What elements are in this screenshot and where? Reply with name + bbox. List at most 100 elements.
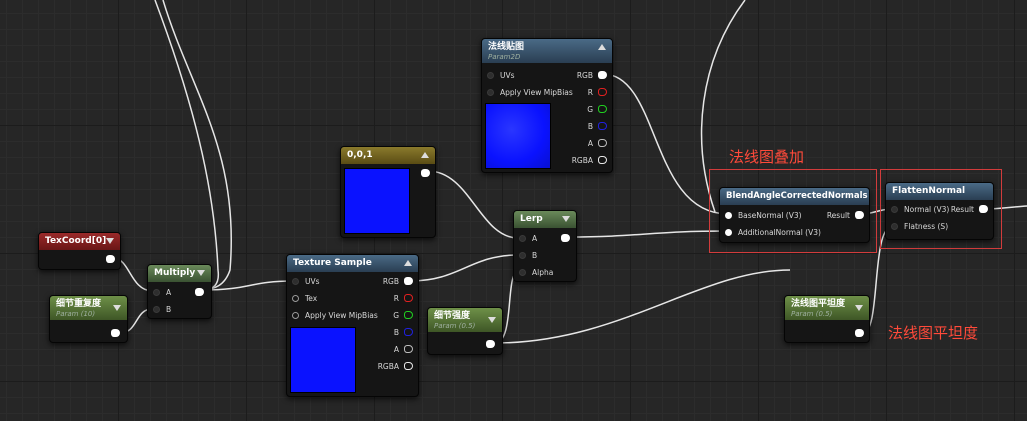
- pin-label: A: [587, 139, 593, 148]
- output-pin-g[interactable]: G: [587, 105, 607, 114]
- output-pin-r[interactable]: R: [394, 294, 413, 303]
- output-pin[interactable]: [561, 234, 570, 242]
- node-header[interactable]: FlattenNormal: [886, 183, 993, 200]
- node-header[interactable]: 细节强度 Param (0.5): [428, 308, 502, 332]
- output-pin-b[interactable]: B: [394, 328, 413, 337]
- node-title: 法线图平坦度: [791, 299, 846, 309]
- node-subtitle: Param (10): [56, 310, 96, 318]
- detail-strength-param-node[interactable]: 细节强度 Param (0.5): [427, 307, 503, 355]
- wire-lerp-additional: [567, 230, 729, 238]
- output-pin-r[interactable]: R: [588, 88, 607, 97]
- input-pin-a[interactable]: A: [519, 234, 537, 243]
- input-pin-basenormal[interactable]: BaseNormal (V3): [725, 211, 802, 220]
- wire-top-left-a: [162, 0, 232, 291]
- pin-label: G: [587, 105, 593, 114]
- input-pin-tex[interactable]: Tex: [292, 294, 317, 303]
- node-header[interactable]: Multiply: [148, 265, 211, 282]
- node-title: Multiply: [154, 268, 196, 278]
- expand-icon[interactable]: [855, 305, 863, 311]
- pin-label: A: [393, 345, 399, 354]
- pin-label: B: [587, 122, 593, 131]
- texture-preview: [485, 103, 551, 169]
- annotation-label-blend: 法线图叠加: [729, 148, 805, 166]
- output-pin-a[interactable]: A: [588, 139, 607, 148]
- expand-icon[interactable]: [488, 317, 496, 323]
- output-pin-result[interactable]: Result: [951, 205, 988, 214]
- node-header[interactable]: TexCoord[0]: [39, 233, 120, 250]
- node-header[interactable]: 法线图平坦度 Param (0.5): [785, 296, 869, 320]
- node-header[interactable]: 法线贴图 Param2D: [482, 39, 612, 63]
- input-pin-a[interactable]: A: [153, 288, 171, 297]
- input-pin-b[interactable]: B: [153, 305, 171, 314]
- blend-normals-node[interactable]: BlendAngleCorrectedNormals BaseNormal (V…: [719, 187, 870, 243]
- multiply-node[interactable]: Multiply A B: [147, 264, 212, 319]
- input-pin-normal[interactable]: Normal (V3): [891, 205, 949, 214]
- detail-repeat-param-node[interactable]: 细节重复度 Param (10): [49, 295, 128, 343]
- input-pin-mipbias[interactable]: Apply View MipBias: [487, 88, 573, 97]
- input-pin-uvs[interactable]: UVs: [487, 71, 515, 80]
- texcoord-node[interactable]: TexCoord[0]: [38, 232, 121, 270]
- flatness-param-node[interactable]: 法线图平坦度 Param (0.5): [784, 295, 870, 343]
- output-pin[interactable]: [421, 169, 430, 177]
- node-subtitle: Param (0.5): [434, 322, 476, 330]
- pin-label: RGB: [382, 277, 399, 286]
- node-subtitle: Param2D: [488, 53, 521, 61]
- output-pin[interactable]: [106, 255, 115, 263]
- output-pin-a[interactable]: A: [394, 345, 413, 354]
- node-title: Lerp: [520, 214, 543, 224]
- output-pin-g[interactable]: G: [393, 311, 413, 320]
- expand-icon[interactable]: [106, 238, 114, 244]
- annotation-label-flatness: 法线图平坦度: [888, 324, 979, 342]
- node-title: TexCoord[0]: [45, 236, 107, 246]
- pin-label: B: [532, 251, 538, 260]
- output-pin[interactable]: [195, 288, 204, 296]
- texture-preview: [290, 327, 356, 393]
- wire-top-left-b: [154, 0, 220, 291]
- node-header[interactable]: Lerp: [514, 211, 576, 228]
- pin-label: Alpha: [532, 268, 554, 277]
- input-pin-additionalnormal[interactable]: AdditionalNormal (V3): [725, 228, 821, 237]
- input-pin-mipbias[interactable]: Apply View MipBias: [292, 311, 378, 320]
- output-pin-result[interactable]: Result: [827, 211, 864, 220]
- collapse-icon[interactable]: [421, 152, 429, 158]
- node-title: Texture Sample: [293, 258, 372, 268]
- node-header[interactable]: 0,0,1: [341, 147, 435, 164]
- pin-label: Tex: [305, 294, 318, 303]
- flatten-normal-node[interactable]: FlattenNormal Normal (V3) Flatness (S) R…: [885, 182, 994, 240]
- input-pin-alpha[interactable]: Alpha: [519, 268, 553, 277]
- node-title: 法线贴图: [488, 42, 525, 52]
- node-title: BlendAngleCorrectedNormals: [726, 191, 868, 201]
- expand-icon[interactable]: [197, 270, 205, 276]
- lerp-node[interactable]: Lerp A B Alpha: [513, 210, 577, 282]
- pin-label: Result: [826, 211, 850, 220]
- expand-icon[interactable]: [562, 216, 570, 222]
- output-pin-b[interactable]: B: [588, 122, 607, 131]
- output-pin[interactable]: [486, 340, 495, 348]
- expand-icon[interactable]: [113, 305, 121, 311]
- input-pin-uvs[interactable]: UVs: [292, 277, 320, 286]
- normal-map-param-node[interactable]: 法线贴图 Param2D UVs Apply View MipBias RGB …: [481, 38, 613, 173]
- output-pin-rgb[interactable]: RGB: [577, 71, 607, 80]
- output-pin-rgba[interactable]: RGBA: [572, 156, 607, 165]
- collapse-icon[interactable]: [404, 260, 412, 266]
- input-pin-flatness[interactable]: Flatness (S): [891, 222, 948, 231]
- collapse-icon[interactable]: [598, 44, 606, 50]
- input-pin-b[interactable]: B: [519, 251, 537, 260]
- pin-label: Result: [950, 205, 974, 214]
- pin-label: Normal (V3): [904, 205, 950, 214]
- output-pin-rgb[interactable]: RGB: [383, 277, 413, 286]
- pin-label: BaseNormal (V3): [738, 211, 802, 220]
- constant3-node[interactable]: 0,0,1: [340, 146, 436, 238]
- node-subtitle: Param (0.5): [791, 310, 833, 318]
- node-title: 0,0,1: [347, 150, 373, 160]
- pin-label: B: [166, 305, 172, 314]
- texture-sample-node[interactable]: Texture Sample UVs Tex Apply View MipBia…: [286, 254, 419, 397]
- output-pin[interactable]: [111, 329, 120, 337]
- output-pin-rgba[interactable]: RGBA: [378, 362, 413, 371]
- node-header[interactable]: 细节重复度 Param (10): [50, 296, 127, 320]
- pin-label: R: [393, 294, 399, 303]
- output-pin[interactable]: [855, 329, 864, 337]
- pin-label: RGB: [576, 71, 593, 80]
- node-header[interactable]: BlendAngleCorrectedNormals: [720, 188, 869, 205]
- node-header[interactable]: Texture Sample: [287, 255, 418, 272]
